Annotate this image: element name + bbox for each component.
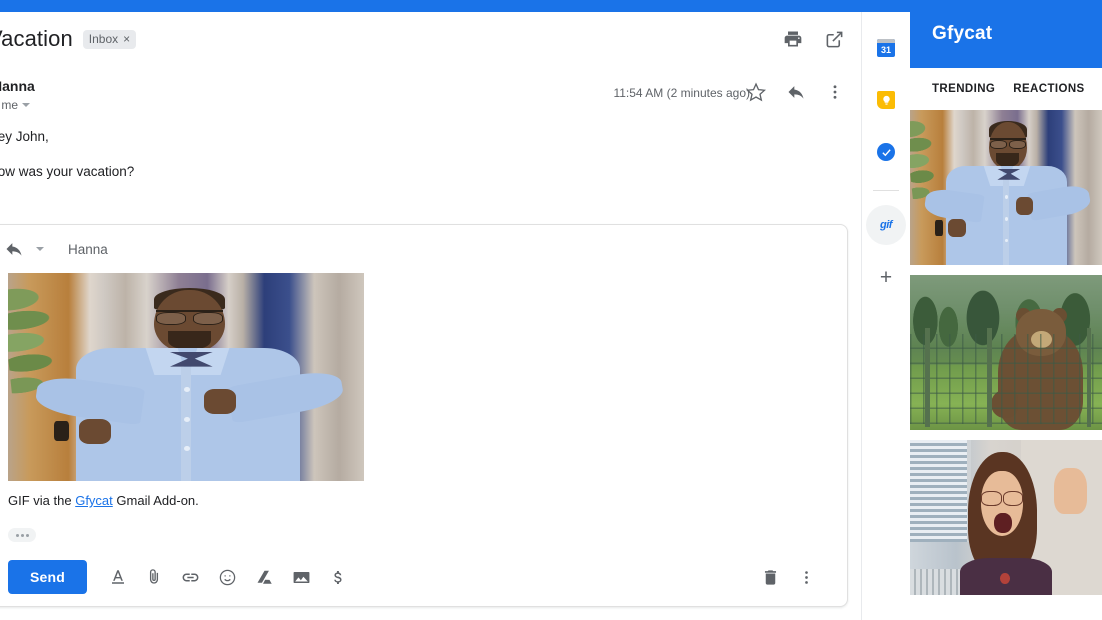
dot: [25, 533, 29, 537]
thread-header-actions: [783, 29, 844, 49]
dot: [20, 533, 24, 537]
label-chip-remove-icon[interactable]: ×: [123, 32, 130, 47]
recipient-row[interactable]: to me: [0, 98, 35, 112]
reply-body: GIF via the Gfycat Gmail Add-on.: [8, 273, 837, 546]
reply-recipient[interactable]: Hanna: [68, 242, 108, 257]
insert-photo-icon[interactable]: [292, 568, 311, 587]
insert-link-icon[interactable]: [181, 568, 200, 587]
more-vert-icon[interactable]: [826, 83, 844, 101]
recipient-label: to me: [0, 98, 19, 112]
insert-money-icon[interactable]: [329, 568, 346, 587]
inserted-gif-image[interactable]: [8, 273, 364, 481]
label-chip-text: Inbox: [88, 31, 119, 46]
calendar-day-number: 31: [880, 45, 891, 55]
caption-prefix: GIF via the: [8, 493, 76, 508]
plus-icon: +: [879, 265, 893, 289]
addon-gfycat-button[interactable]: gif: [866, 205, 906, 245]
open-in-new-window-icon[interactable]: [825, 30, 844, 49]
message-timestamp-wrap: 11:54 AM (2 minutes ago): [613, 86, 750, 100]
gif-attribution-caption: GIF via the Gfycat Gmail Add-on.: [8, 493, 837, 508]
reply-icon[interactable]: [4, 239, 24, 259]
show-trimmed-content-button[interactable]: [8, 528, 36, 542]
addon-rail: 31 gif +: [861, 12, 910, 620]
gfycat-link[interactable]: Gfycat: [75, 493, 113, 508]
sender-name: Hanna: [0, 78, 35, 94]
chevron-down-icon[interactable]: [36, 247, 44, 251]
keep-lightbulb-icon: [877, 91, 895, 109]
addon-google-calendar-button[interactable]: 31: [866, 28, 906, 68]
message-body-line-1: Hey John,: [0, 129, 49, 144]
caption-suffix: Gmail Add-on.: [112, 493, 199, 508]
gfycat-addon-panel: Gfycat TRENDING REACTIONS: [910, 0, 1102, 620]
gfycat-thumbnail-3[interactable]: [910, 440, 1102, 595]
gfycat-title: Gfycat: [932, 23, 993, 44]
rail-divider: [873, 190, 899, 191]
chevron-down-icon[interactable]: [22, 103, 31, 107]
sender-block: Hanna to me: [0, 78, 35, 112]
print-icon[interactable]: [783, 29, 803, 49]
calendar-icon: 31: [877, 39, 895, 57]
compose-toolbar: Send: [0, 548, 847, 606]
star-icon[interactable]: [746, 82, 766, 102]
label-chip-inbox[interactable]: Inbox ×: [82, 29, 137, 49]
message-body: Hey John, How was your vacation?: [0, 126, 134, 183]
reply-header: Hanna: [0, 225, 847, 273]
message-timestamp: 11:54 AM (2 minutes ago): [613, 86, 750, 100]
message-actions: [746, 82, 844, 102]
addon-google-tasks-button[interactable]: [866, 132, 906, 172]
subject-row: Vacation Inbox ×: [0, 22, 137, 56]
compose-toolbar-right: [761, 568, 829, 587]
more-options-icon[interactable]: [798, 569, 815, 586]
mail-reading-pane: Vacation Inbox × Hanna to me: [0, 12, 860, 620]
compose-format-icons: [109, 568, 346, 587]
discard-draft-icon[interactable]: [761, 568, 780, 587]
tab-trending[interactable]: TRENDING: [932, 83, 995, 95]
gfycat-thumbnail-list: [910, 110, 1102, 605]
gif-icon: gif: [880, 219, 892, 231]
gfycat-thumbnail-2[interactable]: [910, 275, 1102, 430]
insert-emoji-icon[interactable]: [218, 568, 237, 587]
reply-icon[interactable]: [786, 82, 806, 102]
gfycat-thumbnail-1[interactable]: [910, 110, 1102, 265]
message-body-line-2: How was your vacation?: [0, 164, 135, 179]
page-title: Vacation: [0, 26, 73, 51]
gfycat-tabs: TRENDING REACTIONS: [910, 68, 1102, 110]
google-drive-icon[interactable]: [255, 568, 274, 587]
tasks-check-icon: [877, 143, 895, 161]
tab-reactions[interactable]: REACTIONS: [1013, 83, 1084, 95]
attach-file-icon[interactable]: [145, 568, 163, 586]
reply-compose-box: Hanna GIF via the Gfycat Gmail Add-on. S…: [0, 224, 848, 607]
gfycat-panel-header: Gfycat: [910, 0, 1102, 68]
gmail-window: Vacation Inbox × Hanna to me: [0, 0, 1102, 620]
format-text-icon[interactable]: [109, 568, 127, 586]
addon-google-keep-button[interactable]: [866, 80, 906, 120]
send-button[interactable]: Send: [8, 560, 88, 594]
dot: [15, 533, 19, 537]
add-addon-button[interactable]: +: [866, 257, 906, 297]
